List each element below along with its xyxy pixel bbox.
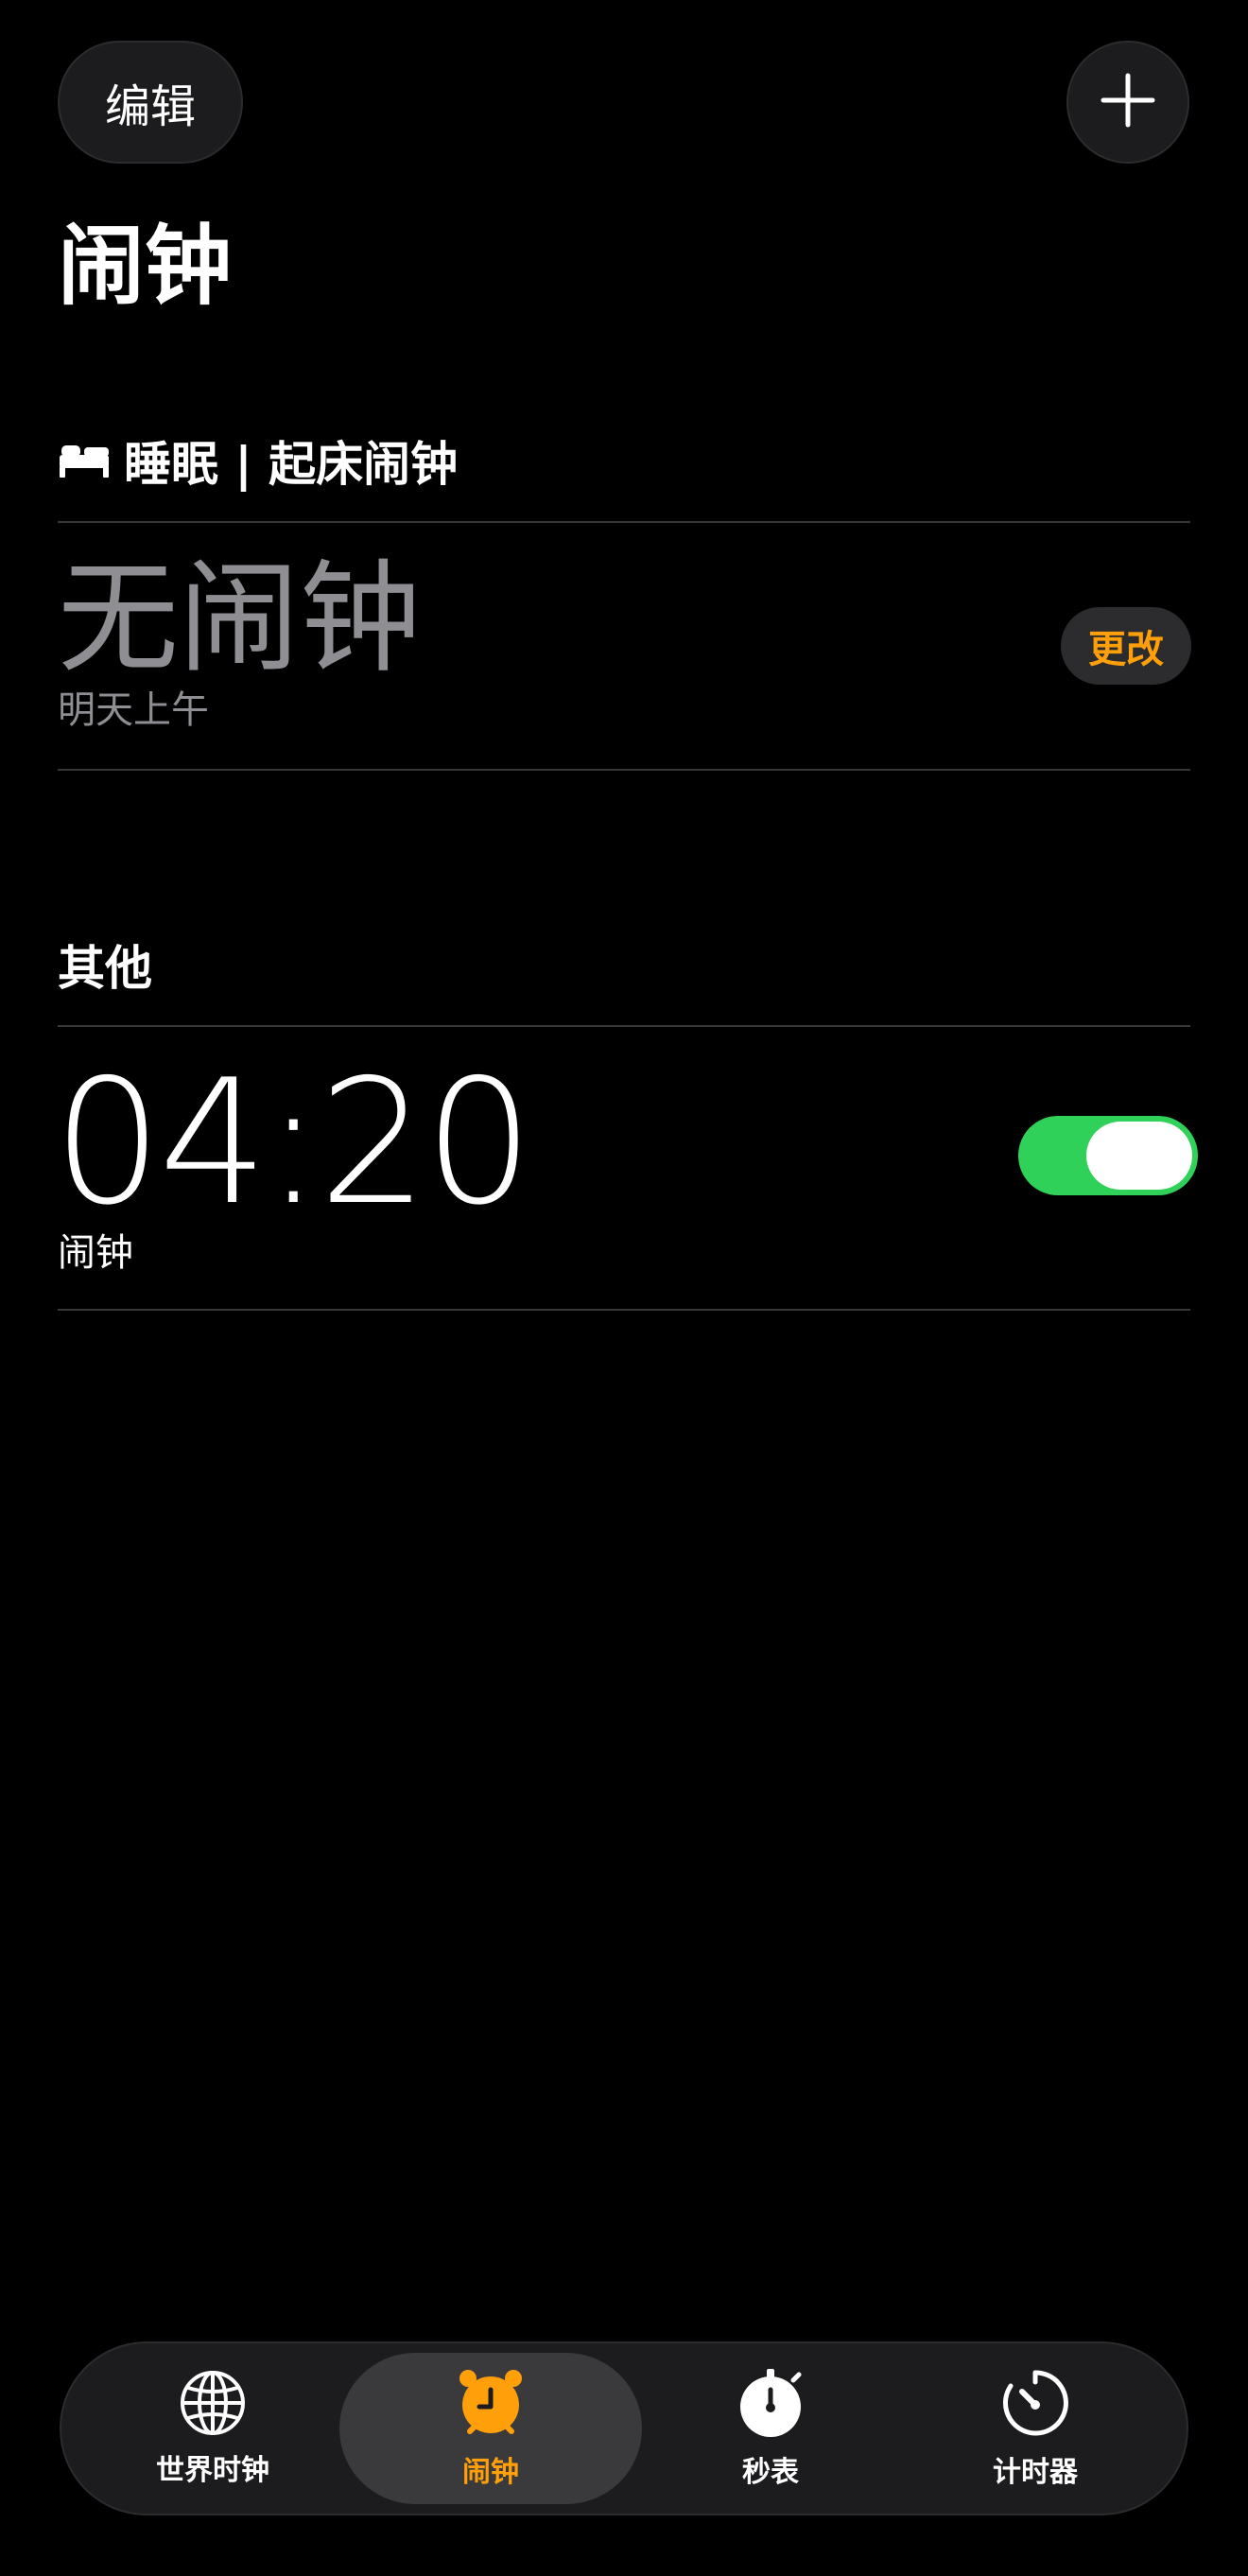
edit-button[interactable]: 编辑 <box>58 41 243 164</box>
tab-stopwatch[interactable]: 秒表 <box>648 2353 893 2504</box>
sleep-section-header: 睡眠 | 起床闹钟 <box>58 427 458 494</box>
plus-icon <box>1100 72 1156 132</box>
sleep-no-alarm-text: 无闹钟 <box>58 548 422 689</box>
other-section-title: 其他 <box>58 941 152 996</box>
tab-timer-label: 计时器 <box>993 2456 1078 2489</box>
bed-icon <box>58 442 111 479</box>
tab-bar: 世界时钟 闹钟 秒表 计时器 <box>60 2341 1188 2515</box>
alarm-label: 闹钟 <box>58 1231 133 1275</box>
divider <box>58 769 1190 771</box>
sleep-alarm-subtitle: 明天上午 <box>58 688 209 732</box>
add-alarm-button[interactable] <box>1066 41 1189 164</box>
tab-world-clock-label: 世界时钟 <box>156 2454 269 2487</box>
other-section-header: 其他 <box>58 931 152 998</box>
divider <box>58 521 1190 523</box>
page-title: 闹钟 <box>58 216 233 317</box>
alarm-clock-icon <box>455 2367 527 2443</box>
globe-icon <box>179 2369 247 2441</box>
sleep-section-title: 睡眠 | 起床闹钟 <box>124 437 459 492</box>
tab-timer[interactable]: 计时器 <box>912 2353 1158 2504</box>
timer-icon <box>999 2367 1071 2443</box>
change-sleep-button[interactable]: 更改 <box>1061 607 1191 685</box>
alarm-time: 04:20 <box>53 1042 533 1243</box>
toggle-knob <box>1086 1122 1192 1190</box>
tab-stopwatch-label: 秒表 <box>742 2456 799 2489</box>
divider <box>58 1025 1190 1027</box>
stopwatch-icon <box>735 2367 806 2443</box>
tab-alarm[interactable]: 闹钟 <box>339 2353 642 2504</box>
divider <box>58 1309 1190 1311</box>
tab-world-clock[interactable]: 世界时钟 <box>109 2353 317 2504</box>
alarm-toggle[interactable] <box>1018 1116 1198 1195</box>
tab-alarm-label: 闹钟 <box>462 2456 519 2489</box>
